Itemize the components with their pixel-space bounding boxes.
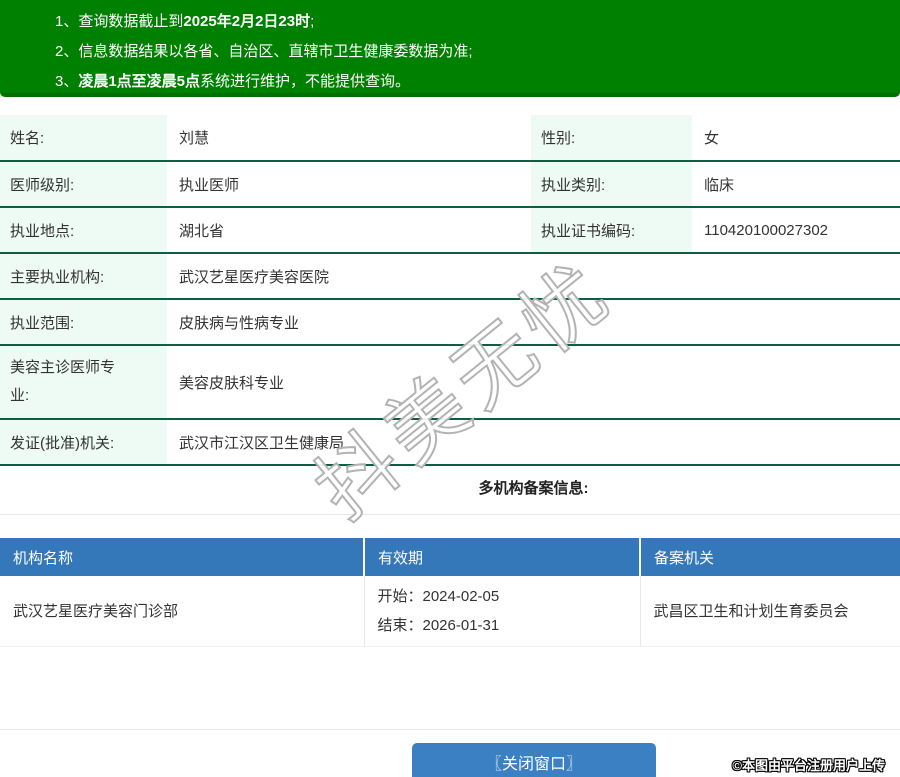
table-row: 主要执业机构: 武汉艺星医疗美容医院 (0, 253, 900, 299)
field-value-doctor-level: 执业医师 (167, 161, 531, 207)
filing-org-name: 武汉艺星医疗美容门诊部 (0, 576, 364, 646)
table-row: 执业范围: 皮肤病与性病专业 (0, 299, 900, 345)
notice-line-2: 2、信息数据结果以各省、自治区、直辖市卫生健康委数据为准; (55, 37, 880, 67)
filing-header-row: 机构名称 有效期 备案机关 (0, 538, 900, 576)
table-row: 医师级别: 执业医师 执业类别: 临床 (0, 161, 900, 207)
field-value-practice-category: 临床 (692, 161, 900, 207)
field-label-main-institution: 主要执业机构: (0, 253, 167, 299)
filing-validity: 开始：2024-02-05 结束：2026-01-31 (364, 576, 640, 646)
column-header-filing-authority: 备案机关 (640, 538, 900, 576)
table-row: 姓名: 刘慧 性别: 女 (0, 115, 900, 161)
table-row: 执业地点: 湖北省 执业证书编码: 110420100027302 (0, 207, 900, 253)
doctor-info-table: 姓名: 刘慧 性别: 女 医师级别: 执业医师 执业类别: 临床 执业地点: 湖… (0, 115, 900, 466)
field-label-name: 姓名: (0, 115, 167, 161)
close-window-button[interactable]: 〖关闭窗口〗 (412, 743, 656, 777)
field-value-name: 刘慧 (167, 115, 531, 161)
field-label-practice-category: 执业类别: (531, 161, 692, 207)
field-value-cosmetic-specialty: 美容皮肤科专业 (167, 345, 900, 419)
field-value-gender: 女 (692, 115, 900, 161)
field-label-certificate-no: 执业证书编码: (531, 207, 692, 253)
field-label-cosmetic-specialty: 美容主诊医师专业: (0, 345, 167, 419)
field-value-practice-scope: 皮肤病与性病专业 (167, 299, 900, 345)
field-value-practice-place: 湖北省 (167, 207, 531, 253)
divider (0, 729, 900, 730)
field-label-practice-place: 执业地点: (0, 207, 167, 253)
notice-banner: 1、查询数据截止到2025年2月2日23时; 2、信息数据结果以各省、自治区、直… (0, 0, 900, 97)
multi-institution-heading: 多机构备案信息: (0, 478, 900, 500)
column-header-org-name: 机构名称 (0, 538, 364, 576)
field-label-doctor-level: 医师级别: (0, 161, 167, 207)
query-result-page: 1、查询数据截止到2025年2月2日23时; 2、信息数据结果以各省、自治区、直… (0, 0, 900, 777)
field-label-gender: 性别: (531, 115, 692, 161)
column-header-validity: 有效期 (364, 538, 640, 576)
upload-copyright-stamp: ©本图由平台注册用户上传 (732, 755, 885, 774)
notice-line-1: 1、查询数据截止到2025年2月2日23时; (55, 7, 880, 37)
filing-data-row: 武汉艺星医疗美容门诊部 开始：2024-02-05 结束：2026-01-31 … (0, 576, 900, 646)
validity-start: 开始：2024-02-05 (378, 582, 640, 611)
notice-line-3: 3、凌晨1点至凌晨5点系统进行维护，不能提供查询。 (55, 67, 880, 97)
field-value-main-institution: 武汉艺星医疗美容医院 (167, 253, 900, 299)
field-value-certificate-no: 110420100027302 (692, 207, 900, 253)
field-label-issuing-authority: 发证(批准)机关: (0, 419, 167, 465)
field-label-practice-scope: 执业范围: (0, 299, 167, 345)
divider (0, 514, 900, 515)
filing-table: 机构名称 有效期 备案机关 武汉艺星医疗美容门诊部 开始：2024-02-05 … (0, 538, 900, 647)
table-row: 发证(批准)机关: 武汉市江汉区卫生健康局 (0, 419, 900, 465)
validity-end: 结束：2026-01-31 (378, 611, 640, 640)
field-value-issuing-authority: 武汉市江汉区卫生健康局 (167, 419, 900, 465)
table-row: 美容主诊医师专业: 美容皮肤科专业 (0, 345, 900, 419)
filing-authority: 武昌区卫生和计划生育委员会 (640, 576, 900, 646)
